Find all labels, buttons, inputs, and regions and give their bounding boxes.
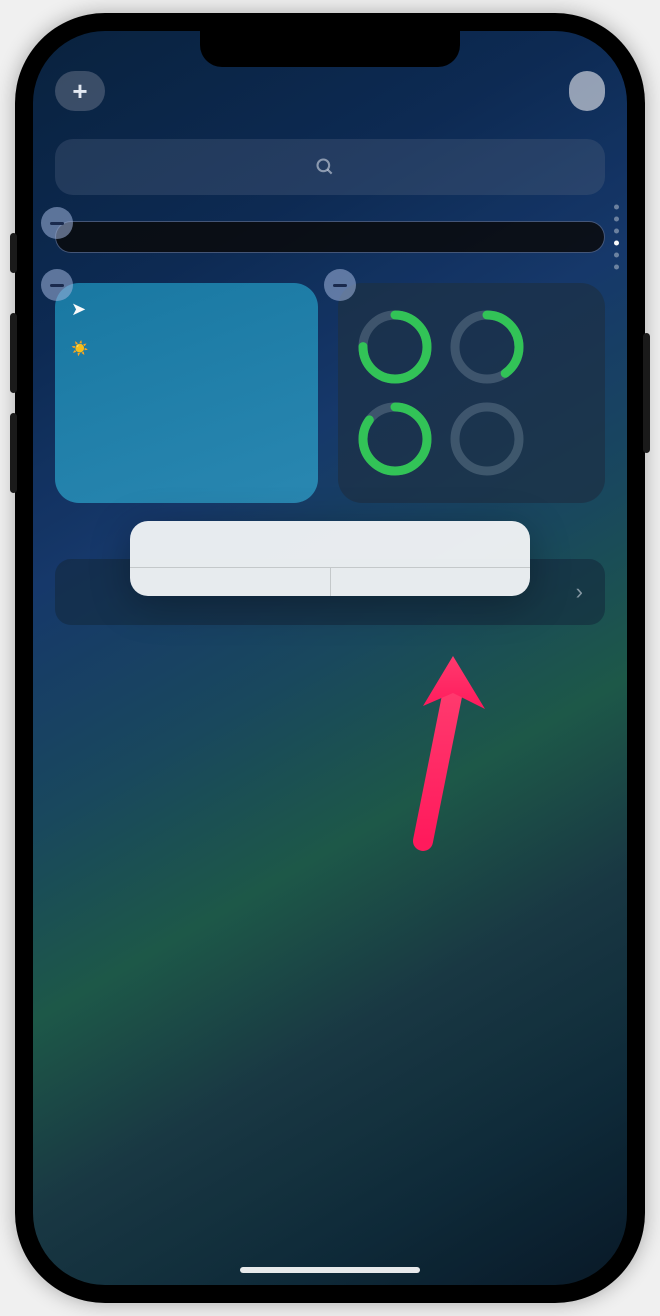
notch [200, 31, 460, 67]
minus-icon [50, 284, 64, 287]
minus-icon [50, 222, 64, 225]
remove-button[interactable] [331, 568, 531, 596]
remove-widget-alert [130, 521, 530, 596]
side-button [10, 233, 17, 273]
screen: + ➤ [33, 31, 627, 1285]
remove-widget-button[interactable] [41, 269, 73, 301]
power-button [643, 333, 650, 453]
volume-down [10, 413, 17, 493]
home-indicator[interactable] [240, 1267, 420, 1273]
volume-up [10, 313, 17, 393]
device-frame: + ➤ [15, 13, 645, 1303]
modal-backdrop [33, 31, 627, 1285]
cancel-button[interactable] [130, 568, 331, 596]
minus-icon [333, 284, 347, 287]
remove-widget-button[interactable] [324, 269, 356, 301]
remove-widget-button[interactable] [41, 207, 73, 239]
